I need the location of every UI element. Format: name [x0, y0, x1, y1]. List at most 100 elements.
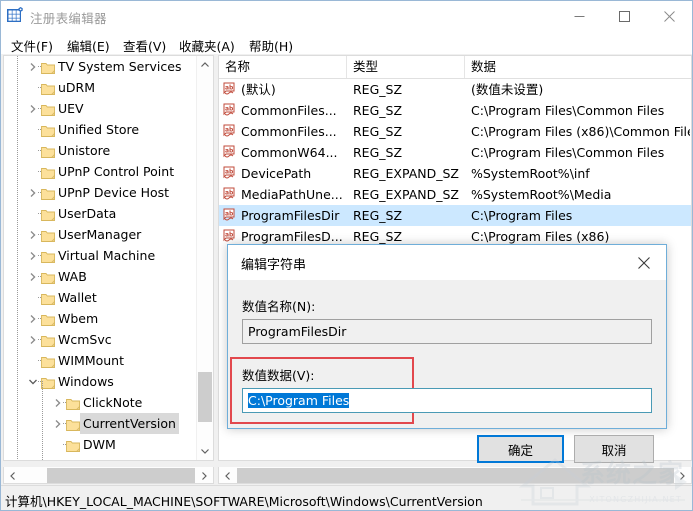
- dialog-title-bar: 编辑字符串: [228, 245, 666, 280]
- registry-editor-icon: [7, 7, 24, 24]
- chevron-right-icon[interactable]: [51, 455, 65, 460]
- tree-item-userdata[interactable]: UserData: [4, 203, 198, 224]
- scroll-down-icon[interactable]: [197, 443, 213, 460]
- scroll-left-icon[interactable]: [219, 467, 236, 484]
- scroll-left-icon[interactable]: [4, 467, 21, 484]
- value-data-input[interactable]: C:\Program Files: [242, 388, 652, 413]
- svg-text:ab: ab: [225, 106, 234, 113]
- tree-item-upnp-control-point[interactable]: UPnP Control Point: [4, 161, 198, 182]
- cancel-button[interactable]: 取消: [574, 435, 654, 463]
- folder-icon: [41, 291, 55, 305]
- folder-icon: [41, 102, 55, 116]
- registry-editor-window: 注册表编辑器 文件(F) 编辑(E) 查看(V) 收藏夹(A) 帮助(H) TV Sys…: [0, 0, 693, 511]
- value-data-label: 数值数据(V):: [242, 368, 315, 383]
- ok-button[interactable]: 确定: [477, 435, 564, 463]
- tree-item-unified-store[interactable]: Unified Store: [4, 119, 198, 140]
- tree-item-enterpriseresource[interactable]: EnterpriseResource: [4, 455, 205, 460]
- column-header-2[interactable]: 数据: [465, 56, 691, 78]
- cell-data: %SystemRoot%\Media: [471, 187, 612, 202]
- tree-item-label: WIMMount: [58, 353, 125, 368]
- scroll-right-icon[interactable]: [196, 467, 213, 484]
- dialog-title: 编辑字符串: [241, 258, 307, 273]
- scroll-up-icon[interactable]: [197, 56, 213, 73]
- tree-item-wimmount[interactable]: WIMMount: [4, 350, 198, 371]
- tree-vertical-scrollbar[interactable]: [196, 56, 213, 460]
- scroll-right-icon[interactable]: [674, 467, 691, 484]
- list-horizontal-scrollbar[interactable]: [218, 467, 692, 484]
- list-hscroll-thumb[interactable]: [237, 468, 674, 483]
- tree-item-udrm[interactable]: uDRM: [4, 77, 198, 98]
- cell-name: DevicePath: [241, 166, 312, 181]
- registry-tree-pane[interactable]: TV System Services uDRM UEV Unified Store Un…: [3, 55, 214, 461]
- menu-item-1[interactable]: 编辑(E): [63, 35, 114, 56]
- maximize-button[interactable]: [602, 1, 647, 32]
- tree-item-tv-system-services[interactable]: TV System Services: [4, 56, 198, 77]
- folder-icon: [66, 396, 80, 410]
- close-button[interactable]: [647, 1, 692, 32]
- table-row[interactable]: ab CommonW64... REG_SZ C:\Program Files\Com…: [219, 142, 691, 163]
- table-row[interactable]: ab CommonFiles... REG_SZ C:\Program Files\C…: [219, 100, 691, 121]
- tree-item-wallet[interactable]: Wallet: [4, 287, 198, 308]
- status-bar: 计算机\HKEY_LOCAL_MACHINE\SOFTWARE\Microsof…: [1, 485, 692, 510]
- tree-item-windows[interactable]: Windows: [4, 371, 198, 392]
- list-header[interactable]: 名称 类型 数据: [219, 56, 691, 79]
- value-name-label: 数值名称(N):: [242, 299, 316, 314]
- column-header-0[interactable]: 名称: [219, 56, 347, 78]
- menu-item-4[interactable]: 帮助(H): [245, 35, 297, 56]
- tree-item-uev[interactable]: UEV: [4, 98, 198, 119]
- tree-item-label: uDRM: [58, 80, 96, 95]
- cell-data: C:\Program Files: [471, 208, 573, 223]
- svg-text:ab: ab: [225, 211, 234, 218]
- tree-item-label: Unistore: [58, 143, 111, 158]
- folder-icon: [41, 123, 55, 137]
- folder-icon: [66, 417, 80, 431]
- tree-item-label: ClickNote: [83, 395, 143, 410]
- folder-icon: [41, 228, 55, 242]
- folder-icon: [41, 60, 55, 74]
- menu-item-0[interactable]: 文件(F): [7, 35, 57, 56]
- minimize-button[interactable]: [557, 1, 602, 32]
- tree-scroll-thumb[interactable]: [198, 372, 212, 422]
- edit-string-dialog: 编辑字符串 数值名称(N): ProgramFilesDir 数值数据(V): …: [227, 244, 667, 463]
- tree-item-unistore[interactable]: Unistore: [4, 140, 198, 161]
- table-row[interactable]: ab (默认) REG_SZ (数值未设置): [219, 79, 691, 100]
- tree-item-label: UPnP Device Host: [58, 185, 170, 200]
- cell-name: CommonFiles...: [241, 103, 337, 118]
- tree-item-label: WcmSvc: [58, 332, 112, 347]
- tree-item-clicknote[interactable]: ClickNote: [4, 392, 198, 413]
- tree-item-wcmsvc[interactable]: WcmSvc: [4, 329, 198, 350]
- tree-item-dwm[interactable]: DWM: [4, 434, 198, 455]
- tree-item-usermanager[interactable]: UserManager: [4, 224, 198, 245]
- dialog-body: 数值名称(N): ProgramFilesDir 数值数据(V): C:\Pro…: [228, 280, 666, 463]
- cell-data: C:\Program Files (x86)\Common Files: [471, 124, 690, 139]
- svg-text:ab: ab: [225, 85, 234, 92]
- string-value-icon: ab: [223, 82, 238, 97]
- folder-icon: [41, 81, 55, 95]
- tree-horizontal-scrollbar[interactable]: [3, 467, 214, 484]
- table-row[interactable]: ab CommonFiles... REG_SZ C:\Program Files (…: [219, 121, 691, 142]
- tree-item-virtual-machine[interactable]: Virtual Machine: [4, 245, 198, 266]
- string-value-icon: ab: [223, 187, 238, 202]
- tree-item-wab[interactable]: WAB: [4, 266, 198, 287]
- registry-tree[interactable]: TV System Services uDRM UEV Unified Store Un…: [4, 56, 205, 460]
- table-row[interactable]: ab DevicePath REG_EXPAND_SZ %SystemRoot%\in…: [219, 163, 691, 184]
- dialog-close-button[interactable]: [622, 245, 666, 280]
- tree-item-upnp-device-host[interactable]: UPnP Device Host: [4, 182, 198, 203]
- value-name-input[interactable]: ProgramFilesDir: [242, 319, 652, 344]
- cell-type: REG_EXPAND_SZ: [353, 166, 459, 181]
- table-row[interactable]: ab MediaPathUne... REG_EXPAND_SZ %SystemRoo…: [219, 184, 691, 205]
- menu-item-3[interactable]: 收藏夹(A): [175, 35, 239, 56]
- tree-guide-line: [42, 381, 43, 460]
- folder-icon: [41, 207, 55, 221]
- folder-icon: [41, 144, 55, 158]
- tree-item-wbem[interactable]: Wbem: [4, 308, 198, 329]
- tree-hscroll-thumb[interactable]: [47, 468, 195, 483]
- tree-item-label: Unified Store: [58, 122, 140, 137]
- column-header-1[interactable]: 类型: [347, 56, 465, 78]
- table-row[interactable]: ab ProgramFilesDir REG_SZ C:\Program Files: [219, 205, 691, 226]
- cell-data: (数值未设置): [471, 82, 544, 97]
- tree-item-currentversion[interactable]: CurrentVersion: [4, 413, 198, 434]
- menu-item-2[interactable]: 查看(V): [119, 35, 170, 56]
- tree-item-label: UEV: [58, 101, 84, 116]
- window-title: 注册表编辑器: [30, 11, 107, 26]
